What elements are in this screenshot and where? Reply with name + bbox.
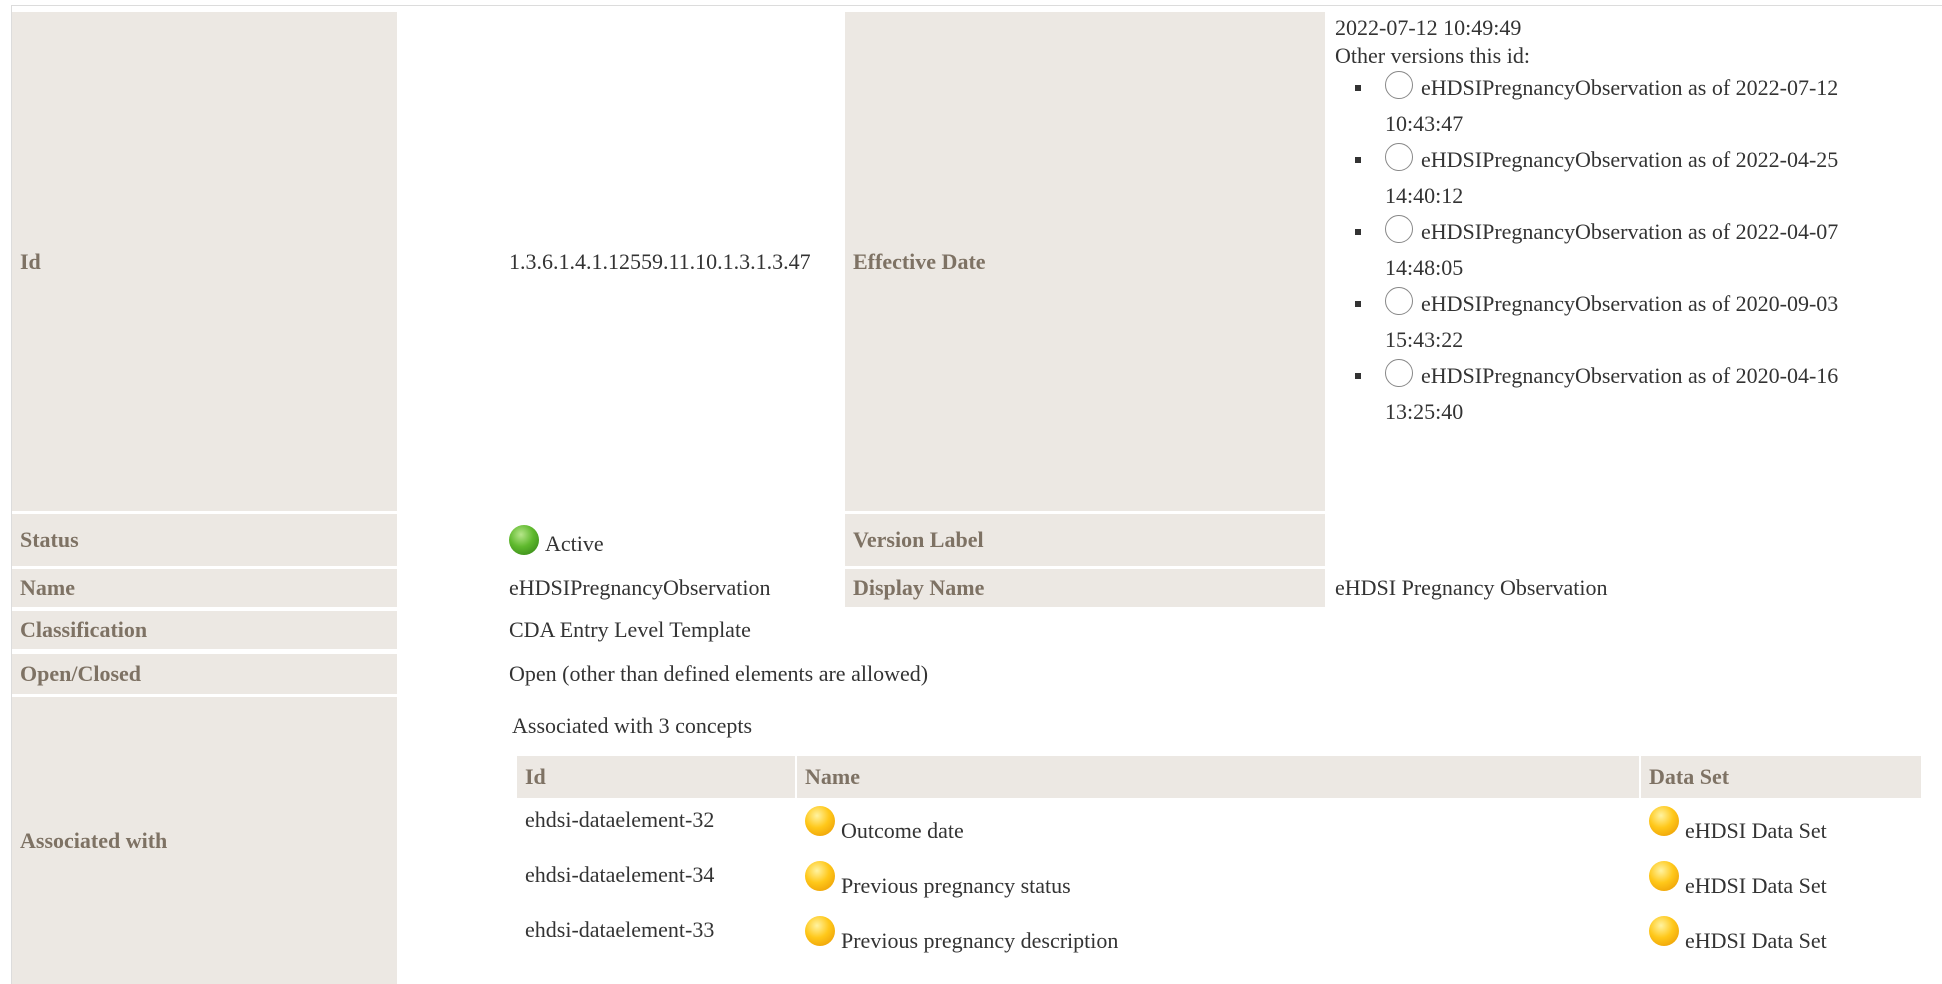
list-bullet-icon [1355,85,1361,91]
status-value: Active [545,531,604,556]
dataset-status-icon [1649,806,1679,836]
other-version-item: eHDSIPregnancyObservation as of 2020-04-… [1335,358,1885,430]
concept-name-cell: Previous pregnancy description [797,916,1639,960]
concept-status-icon [805,861,835,891]
version-radio-icon[interactable] [1385,287,1413,315]
other-version-time: 10:43:47 [1385,111,1464,136]
display-name-value: eHDSI Pregnancy Observation [1335,575,1608,600]
concepts-header-id: Id [517,756,795,798]
list-bullet-icon [1355,229,1361,235]
effective-date-cell: 2022-07-12 10:49:49 Other versions this … [1327,14,1927,511]
dataset-status-icon [1649,916,1679,946]
name-value: eHDSIPregnancyObservation [509,575,771,600]
concept-dataset-cell: eHDSI Data Set [1641,806,1921,850]
other-versions-list: eHDSIPregnancyObservation as of 2022-07-… [1335,70,1927,430]
concept-status-icon [805,806,835,836]
concept-dataset[interactable]: eHDSI Data Set [1685,928,1827,953]
other-version-item: eHDSIPregnancyObservation as of 2022-04-… [1335,142,1885,214]
concept-id: ehdsi-dataelement-34 [525,862,715,887]
concept-name[interactable]: Previous pregnancy status [841,873,1071,898]
concepts-header-dataset: Data Set [1641,756,1921,798]
label-display-name: Display Name [845,569,1325,607]
version-radio-icon[interactable] [1385,359,1413,387]
other-version-item: eHDSIPregnancyObservation as of 2022-04-… [1335,214,1885,286]
concept-status-icon [805,916,835,946]
other-version-label[interactable]: eHDSIPregnancyObservation as of 2020-04-… [1421,363,1838,388]
open-closed-value: Open (other than defined elements are al… [509,661,929,686]
other-version-label[interactable]: eHDSIPregnancyObservation as of 2022-07-… [1421,75,1838,100]
label-name: Name [12,569,397,607]
label-id: Id [12,12,397,511]
label-associated-with: Associated with [12,697,397,984]
associated-summary: Associated with 3 concepts [512,713,753,738]
other-version-label[interactable]: eHDSIPregnancyObservation as of 2022-04-… [1421,219,1838,244]
concept-id: ehdsi-dataelement-33 [525,917,715,942]
list-bullet-icon [1355,373,1361,379]
concept-dataset[interactable]: eHDSI Data Set [1685,873,1827,898]
status-cell: Active [501,514,843,566]
concept-name-cell: Outcome date [797,806,1639,850]
version-label-value [1327,514,1927,566]
effective-date-value: 2022-07-12 10:49:49 [1335,15,1522,40]
other-version-time: 14:48:05 [1385,255,1464,280]
concept-name[interactable]: Previous pregnancy description [841,928,1118,953]
concept-name-cell: Previous pregnancy status [797,861,1639,905]
concept-id: ehdsi-dataelement-32 [525,807,715,832]
version-radio-icon[interactable] [1385,71,1413,99]
other-versions-label: Other versions this id: [1335,43,1530,68]
other-version-time: 13:25:40 [1385,399,1464,424]
label-version-label: Version Label [845,514,1325,566]
label-classification: Classification [12,611,397,649]
other-version-label[interactable]: eHDSIPregnancyObservation as of 2022-04-… [1421,147,1838,172]
other-version-item: eHDSIPregnancyObservation as of 2022-07-… [1335,70,1885,142]
label-effective-date: Effective Date [845,12,1325,511]
label-status: Status [12,514,397,566]
concept-dataset-cell: eHDSI Data Set [1641,861,1921,905]
dataset-status-icon [1649,861,1679,891]
other-version-item: eHDSIPregnancyObservation as of 2020-09-… [1335,286,1885,358]
concept-dataset-cell: eHDSI Data Set [1641,916,1921,960]
list-bullet-icon [1355,157,1361,163]
status-active-icon [509,525,539,555]
other-version-time: 14:40:12 [1385,183,1464,208]
template-id-value: 1.3.6.1.4.1.12559.11.10.1.3.1.3.47 [509,248,811,274]
concept-dataset[interactable]: eHDSI Data Set [1685,818,1827,843]
concepts-header-name: Name [797,756,1639,798]
version-radio-icon[interactable] [1385,215,1413,243]
label-open-closed: Open/Closed [12,654,397,694]
list-bullet-icon [1355,301,1361,307]
version-radio-icon[interactable] [1385,143,1413,171]
concept-name[interactable]: Outcome date [841,818,964,843]
classification-value: CDA Entry Level Template [509,617,751,642]
other-version-time: 15:43:22 [1385,327,1464,352]
other-version-label[interactable]: eHDSIPregnancyObservation as of 2020-09-… [1421,291,1838,316]
